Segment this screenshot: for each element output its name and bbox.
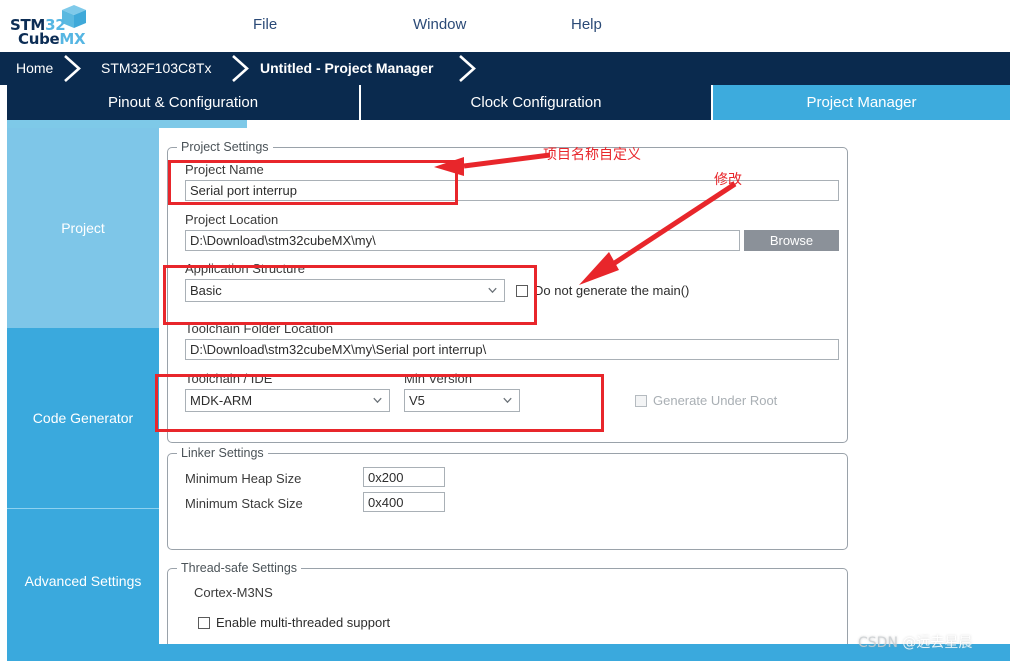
sidebar-item-label: Project <box>61 220 105 236</box>
do-not-generate-main-label: Do not generate the main() <box>534 283 690 298</box>
logo-mx-text: MX <box>59 30 86 48</box>
project-settings-group: Project Settings Project Name Project Lo… <box>167 140 848 443</box>
toolchain-folder-location-input[interactable] <box>185 339 839 360</box>
chevron-right-icon <box>60 52 86 85</box>
project-location-input[interactable] <box>185 230 740 251</box>
checkbox-box[interactable] <box>516 284 528 297</box>
application-structure-combobox[interactable]: Basic <box>185 279 505 302</box>
generate-under-root-checkbox: Generate Under Root <box>635 393 777 408</box>
thread-safe-settings-group: Thread-safe Settings Cortex-M3NS Enable … <box>167 561 848 656</box>
min-version-value: V5 <box>409 393 425 408</box>
checkbox-box[interactable] <box>198 616 210 629</box>
sidebar-item-project[interactable]: Project <box>7 128 159 328</box>
min-version-label: Min Version <box>404 371 472 386</box>
sidebar-item-code-generator[interactable]: Code Generator <box>7 328 159 508</box>
toolchain-ide-value: MDK-ARM <box>190 393 253 408</box>
chevron-down-icon <box>503 396 512 405</box>
chevron-right-icon <box>455 52 481 85</box>
tab-underline-accent <box>7 120 247 128</box>
tab-pinout-configuration[interactable]: Pinout & Configuration <box>7 85 359 120</box>
logo-line-cubemx: CubeMX <box>18 30 86 48</box>
watermark-handle: @远去星晨 <box>902 635 973 651</box>
group-title-thread-safe-settings: Thread-safe Settings <box>177 561 302 575</box>
minimum-heap-size-label: Minimum Heap Size <box>185 471 302 486</box>
sidebar-item-label: Code Generator <box>32 410 134 426</box>
watermark-prefix: CSDN <box>858 635 903 651</box>
chevron-down-icon <box>373 396 382 405</box>
min-version-combobox[interactable]: V5 <box>404 389 520 412</box>
cortex-core-label: Cortex-M3NS <box>194 585 273 600</box>
sidebar-item-advanced-settings[interactable]: Advanced Settings <box>7 508 159 652</box>
breadcrumb-item-home[interactable]: Home <box>16 60 53 76</box>
tab-project-manager[interactable]: Project Manager <box>713 85 1010 120</box>
application-structure-value: Basic <box>190 283 222 298</box>
sidebar-item-label: Advanced Settings <box>24 572 142 589</box>
toolchain-folder-location-label: Toolchain Folder Location <box>185 321 334 336</box>
group-title-project-settings: Project Settings <box>177 140 273 154</box>
logo-cube-text: Cube <box>18 30 60 48</box>
checkbox-box <box>635 394 647 407</box>
project-manager-sidebar: Project Code Generator Advanced Settings <box>7 128 159 652</box>
project-settings-panel: Project Settings Project Name Project Lo… <box>159 128 1010 656</box>
chevron-down-icon <box>488 286 497 295</box>
application-structure-label: Application Structure <box>185 261 305 276</box>
enable-multithreaded-support-checkbox[interactable]: Enable multi-threaded support <box>198 615 390 630</box>
project-name-input[interactable] <box>185 180 839 201</box>
enable-multithreaded-support-label: Enable multi-threaded support <box>216 615 391 630</box>
minimum-stack-size-label: Minimum Stack Size <box>185 496 303 511</box>
toolchain-ide-combobox[interactable]: MDK-ARM <box>185 389 390 412</box>
toolchain-ide-label: Toolchain / IDE <box>185 371 273 386</box>
tab-clock-configuration[interactable]: Clock Configuration <box>361 85 711 120</box>
project-location-label: Project Location <box>185 212 279 227</box>
linker-settings-group: Linker Settings Minimum Heap Size Minimu… <box>167 446 848 550</box>
menu-item-help[interactable]: Help <box>571 16 602 33</box>
tab-underline-filler <box>247 120 1010 128</box>
do-not-generate-main-checkbox[interactable]: Do not generate the main() <box>516 283 689 298</box>
group-title-linker-settings: Linker Settings <box>177 446 268 460</box>
browse-button[interactable]: Browse <box>744 230 839 251</box>
csdn-watermark: CSDN @远去星晨 <box>858 632 972 652</box>
breadcrumb-item-mcu[interactable]: STM32F103C8Tx <box>101 60 211 76</box>
minimum-stack-size-input[interactable] <box>363 492 445 512</box>
project-name-label: Project Name <box>185 162 264 177</box>
app-logo: STM32 CubeMX <box>8 3 88 49</box>
breadcrumb-item-project-manager[interactable]: Untitled - Project Manager <box>260 60 433 76</box>
menu-item-window[interactable]: Window <box>413 16 466 33</box>
main-tab-bar: Pinout & Configuration Clock Configurati… <box>0 85 1010 120</box>
breadcrumb: Home STM32F103C8Tx Untitled - Project Ma… <box>0 52 1010 85</box>
minimum-heap-size-input[interactable] <box>363 467 445 487</box>
chevron-right-icon <box>228 52 254 85</box>
menu-item-file[interactable]: File <box>253 16 277 33</box>
menu-bar: STM32 CubeMX File Window Help <box>0 0 1010 52</box>
generate-under-root-label: Generate Under Root <box>653 393 778 408</box>
